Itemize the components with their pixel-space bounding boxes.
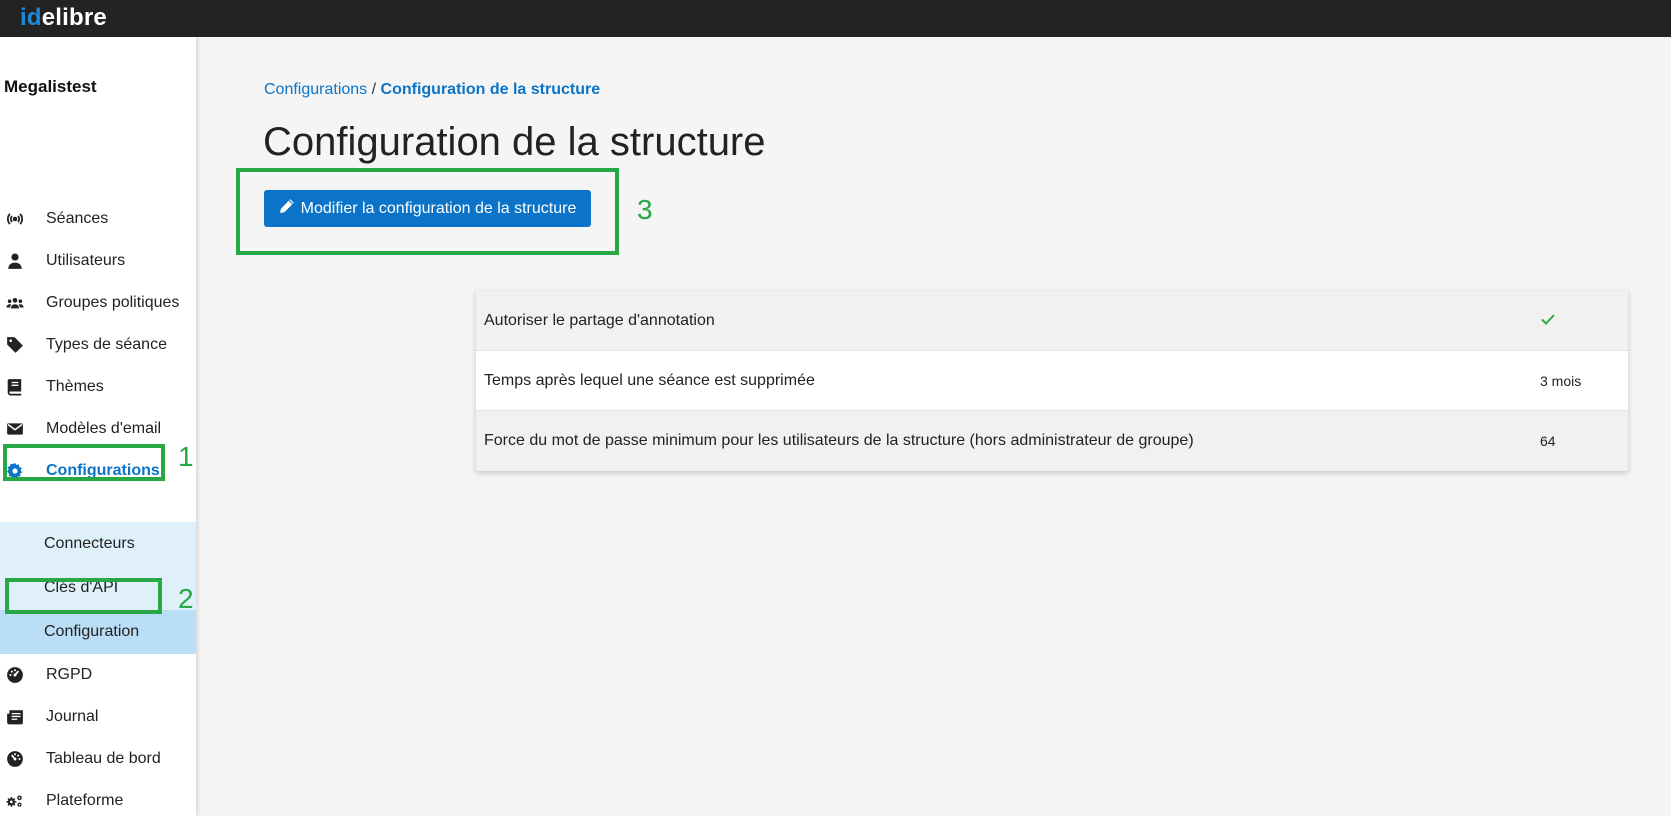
sidebar-subitem-label: Configuration (44, 623, 140, 640)
edit-button-label: Modifier la configuration de la structur… (300, 199, 577, 217)
sidebar: Megalistest Séances Utilisateurs Groupes… (0, 37, 196, 816)
config-value: 64 (1540, 433, 1556, 449)
user-icon (0, 252, 46, 270)
gears-icon (0, 792, 46, 810)
sidebar-subitem-configuration[interactable]: Configuration (0, 610, 196, 654)
sidebar-item-label: Plateforme (46, 792, 124, 809)
sidebar-item-label: RGPD (46, 666, 93, 683)
sidebar-item-journal[interactable]: Journal (0, 696, 196, 738)
newspaper-icon (0, 708, 46, 726)
structure-name: Megalistest (4, 77, 97, 96)
sidebar-item-types-de-seance[interactable]: Types de séance (0, 324, 196, 366)
sidebar-item-label: Utilisateurs (46, 252, 126, 269)
sidebar-item-groupes-politiques[interactable]: Groupes politiques (0, 282, 196, 324)
table-row: Autoriser le partage d'annotation (476, 291, 1628, 351)
edit-structure-config-button[interactable]: Modifier la configuration de la structur… (264, 190, 591, 227)
breadcrumb-link-configurations[interactable]: Configurations (264, 81, 367, 98)
sidebar-item-label: Groupes politiques (46, 294, 180, 311)
table-row: Force du mot de passe minimum pour les u… (476, 411, 1628, 471)
sidebar-item-seances[interactable]: Séances (0, 198, 196, 240)
highlight-box-configurations (3, 444, 165, 481)
dashboard-icon (0, 750, 46, 768)
envelope-icon (0, 420, 46, 438)
sidebar-item-label: Types de séance (46, 336, 167, 353)
breadcrumb-current: Configuration de la structure (380, 81, 601, 98)
breadcrumb: Configurations / Configuration de la str… (264, 81, 600, 99)
tag-icon (0, 336, 46, 354)
book-icon (0, 378, 46, 396)
sidebar-item-label: Journal (46, 708, 99, 725)
structure-config-table: Autoriser le partage d'annotation Temps … (476, 291, 1628, 471)
config-label: Autoriser le partage d'annotation (484, 311, 715, 329)
config-value (1540, 311, 1628, 330)
sidebar-item-label: Tableau de bord (46, 750, 161, 767)
sidebar-subitem-label: Connecteurs (44, 535, 135, 552)
top-bar: idelibre (0, 0, 1671, 37)
sidebar-item-label: Thèmes (46, 378, 104, 395)
annotation-number-1: 1 (178, 441, 194, 472)
config-value: 3 mois (1540, 372, 1582, 389)
sidebar-item-themes[interactable]: Thèmes (0, 366, 196, 408)
gauge-icon (0, 666, 46, 684)
podcast-icon (0, 210, 46, 228)
breadcrumb-separator: / (367, 81, 381, 98)
highlight-box-configuration (5, 578, 162, 614)
sidebar-subitem-connecteurs[interactable]: Connecteurs (0, 522, 196, 566)
page-title: Configuration de la structure (263, 120, 766, 164)
sidebar-item-tableau-de-bord[interactable]: Tableau de bord (0, 738, 196, 780)
app-logo[interactable]: idelibre (20, 2, 107, 34)
sidebar-item-rgpd[interactable]: RGPD (0, 654, 196, 696)
sidebar-item-label: Séances (46, 210, 109, 227)
users-icon (0, 294, 46, 312)
config-label: Force du mot de passe minimum pour les u… (484, 432, 1194, 449)
pencil-icon (279, 198, 295, 219)
annotation-number-3: 3 (637, 194, 653, 225)
annotation-number-2: 2 (178, 583, 194, 614)
check-icon (1540, 314, 1556, 330)
config-label: Temps après lequel une séance est suppri… (484, 371, 815, 389)
sidebar-item-label: Modèles d'email (46, 420, 162, 437)
table-row: Temps après lequel une séance est suppri… (476, 351, 1628, 411)
sidebar-item-utilisateurs[interactable]: Utilisateurs (0, 240, 196, 282)
sidebar-item-plateforme[interactable]: Plateforme (0, 780, 196, 816)
